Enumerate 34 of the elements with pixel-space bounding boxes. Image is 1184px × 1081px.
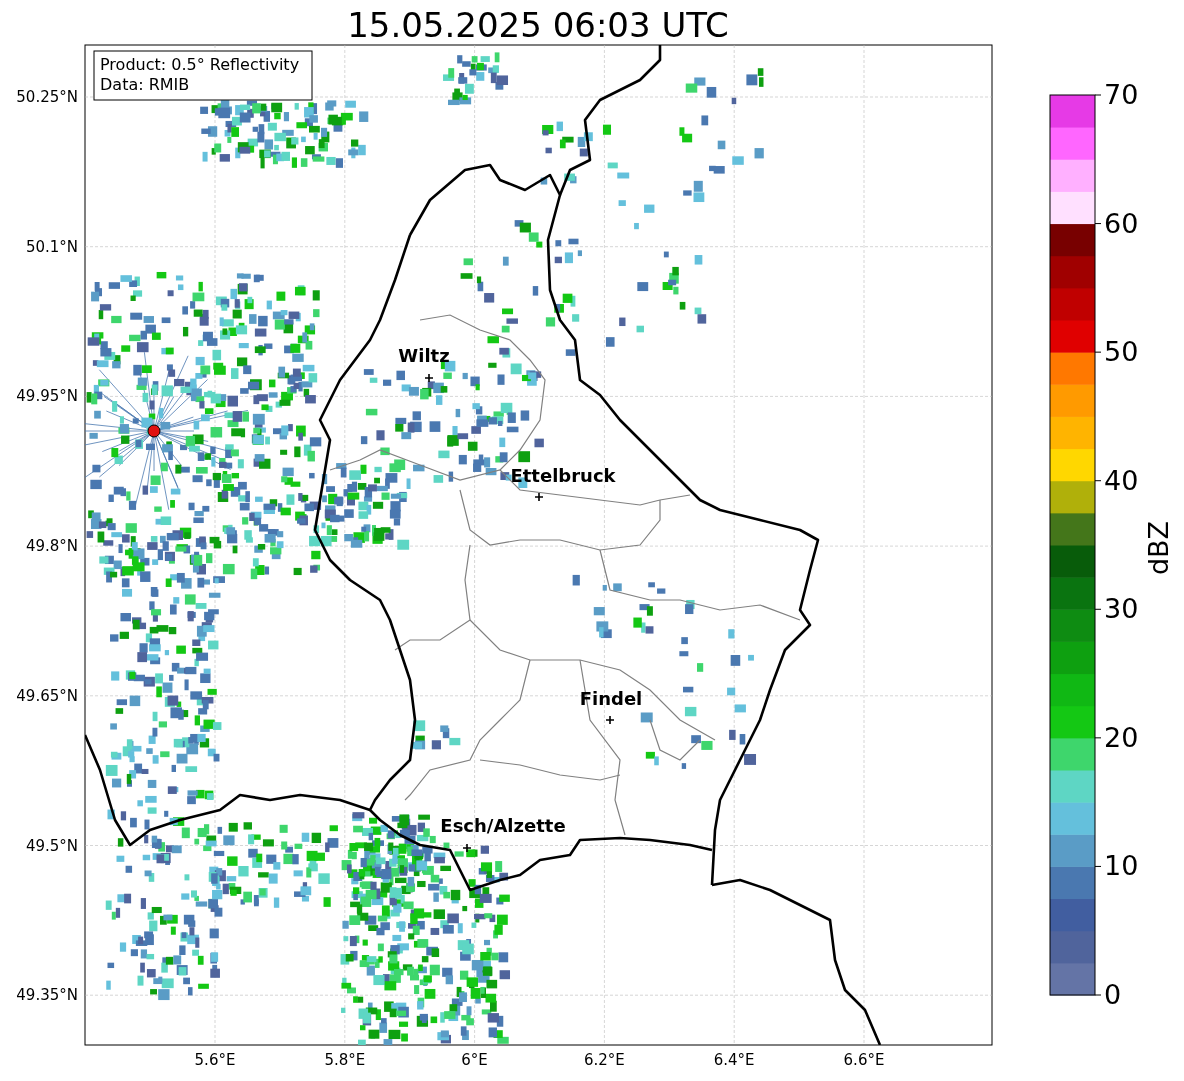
info-text: Product: 0.5° Reflectivity — [100, 55, 300, 74]
axis-tick-label: 6.6°E — [843, 1051, 885, 1069]
colorbar-label: dBZ — [1143, 520, 1174, 576]
colorbar-tick-label: 40 — [1104, 464, 1139, 496]
city-label: Ettelbruck — [510, 465, 616, 486]
city-marker-icon — [424, 373, 434, 383]
axis-tick-label: 6.4°E — [713, 1051, 755, 1069]
city-label: Esch/Alzette — [440, 815, 566, 836]
city-marker-icon — [605, 715, 615, 725]
axis-tick-label: 6.2°E — [584, 1051, 625, 1069]
axis-tick-label: 50.25°N — [16, 88, 78, 106]
city-label: Findel — [579, 688, 643, 709]
axis-tick-label: 50.1°N — [25, 237, 78, 256]
axis-tick-label: 49.65°N — [16, 686, 78, 705]
axis-tick-label: 49.95°N — [16, 387, 78, 406]
city-marker-icon — [534, 492, 544, 502]
axis-tick-label: 5.8°E — [324, 1051, 366, 1069]
axis-tick-label: 5.6°E — [194, 1051, 236, 1069]
chart-title: 15.05.2025 06:03 UTC — [347, 5, 729, 45]
axis-tick-label: 49.35°N — [16, 986, 78, 1005]
axis-tick-label: 6°E — [461, 1051, 488, 1069]
city-label: Wiltz — [398, 345, 450, 366]
colorbar-tick-label: 50 — [1104, 336, 1139, 368]
colorbar-tick-label: 30 — [1104, 593, 1139, 625]
colorbar-tick-label: 10 — [1104, 850, 1139, 882]
radar-site-marker — [147, 424, 161, 438]
colorbar-tick-label: 60 — [1104, 207, 1139, 239]
colorbar-tick-label: 0 — [1104, 979, 1122, 1010]
colorbar-tick-label: 70 — [1104, 79, 1139, 110]
info-text: Data: RMIB — [100, 75, 190, 94]
city-marker-icon — [462, 843, 472, 853]
axis-tick-label: 49.8°N — [25, 537, 78, 556]
colorbar-tick-label: 20 — [1104, 721, 1139, 753]
axis-tick-label: 49.5°N — [25, 836, 78, 855]
